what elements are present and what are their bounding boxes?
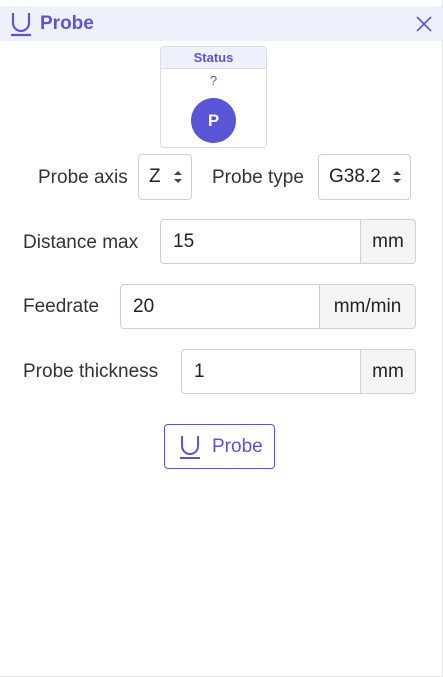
probe-thickness-unit: mm <box>360 350 415 393</box>
probe-thickness-group: mm <box>181 349 416 394</box>
probe-type-select[interactable]: G38.2 <box>318 154 411 200</box>
probe-thickness-input[interactable] <box>182 350 361 393</box>
close-icon[interactable] <box>415 15 433 33</box>
select-arrows-icon <box>174 171 182 183</box>
panel-header: Probe <box>0 6 443 41</box>
distance-max-unit: mm <box>360 220 415 263</box>
feedrate-input[interactable] <box>121 285 320 328</box>
probe-axis-label: Probe axis <box>38 167 128 188</box>
status-card: Status ? P <box>160 46 267 148</box>
probe-type-label: Probe type <box>212 167 304 188</box>
status-title: Status <box>161 47 266 69</box>
probe-type-value: G38.2 <box>329 166 381 187</box>
panel-title: Probe <box>40 13 94 34</box>
feedrate-group: mm/min <box>120 284 416 329</box>
select-arrows-icon <box>393 171 401 183</box>
probe-u-icon <box>11 13 31 37</box>
probe-button[interactable]: Probe <box>164 424 275 469</box>
feedrate-label: Feedrate <box>23 296 100 317</box>
probe-thickness-label: Probe thickness <box>23 361 159 382</box>
probe-button-label: Probe <box>212 436 263 457</box>
status-value: ? <box>209 73 218 88</box>
probe-axis-select[interactable]: Z <box>138 154 192 200</box>
feedrate-unit: mm/min <box>319 285 415 328</box>
status-badge: P <box>191 98 236 143</box>
probe-panel: Probe Status ? P Probe axis Z Probe type… <box>0 0 443 677</box>
distance-max-input[interactable] <box>161 220 361 263</box>
probe-axis-value: Z <box>149 166 161 187</box>
distance-max-group: mm <box>160 219 416 264</box>
distance-max-label: Distance max <box>23 232 139 253</box>
probe-u-icon <box>180 436 200 459</box>
